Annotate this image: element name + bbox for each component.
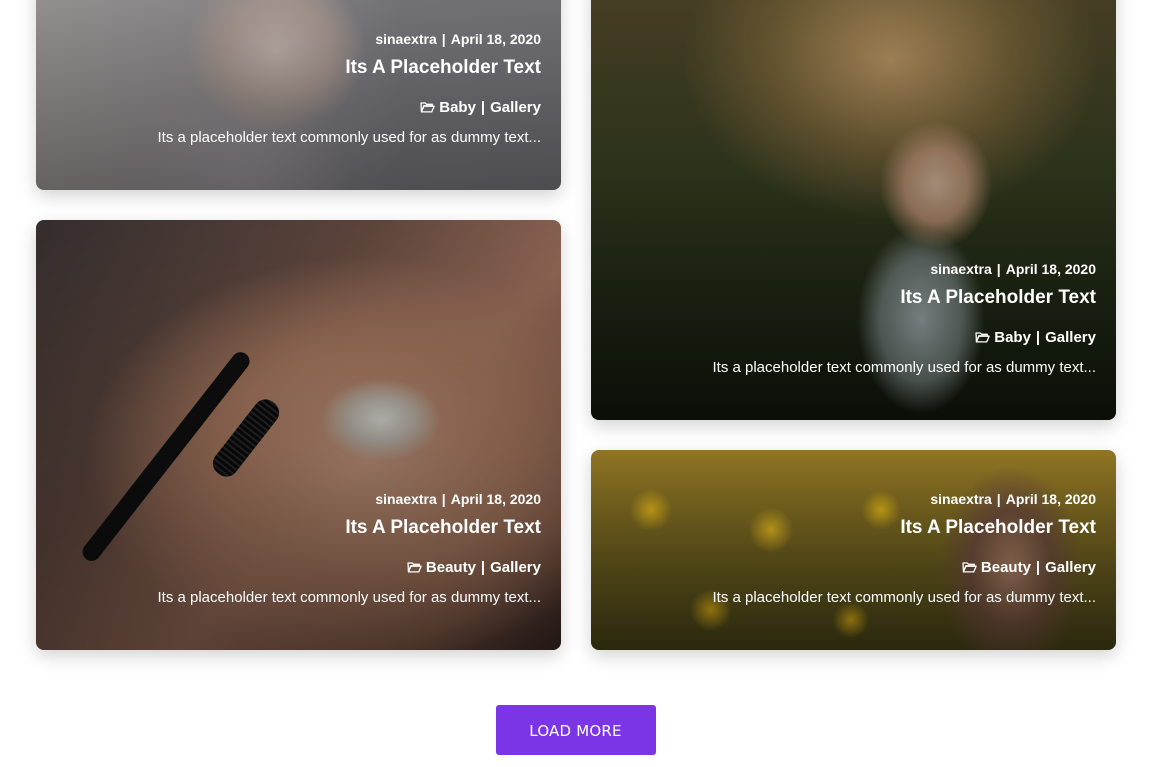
post-categories: Baby | Gallery	[611, 328, 1096, 348]
category-link[interactable]: Baby	[994, 329, 1031, 346]
meta-separator: |	[996, 491, 1001, 507]
post-title[interactable]: Its A Placeholder Text	[611, 516, 1096, 540]
post-date[interactable]: April 18, 2020	[1006, 491, 1096, 507]
post-card[interactable]: sinaextra | April 18, 2020 Its A Placehold…	[591, 450, 1116, 650]
post-overlay: sinaextra | April 18, 2020 Its A Placehold…	[56, 30, 542, 148]
folder-open-icon	[975, 332, 991, 343]
post-grid: sinaextra | April 18, 2020 Its A Placehold…	[0, 0, 1151, 767]
post-card[interactable]: sinaextra | April 18, 2020 Its A Placehold…	[36, 220, 561, 650]
category-separator: |	[1035, 329, 1041, 346]
load-more-button[interactable]: LOAD MORE	[495, 705, 656, 755]
load-more-container: LOAD MORE	[0, 705, 1151, 755]
post-meta: sinaextra | April 18, 2020	[611, 260, 1096, 278]
post-categories: Beauty | Gallery	[611, 558, 1096, 578]
post-meta: sinaextra | April 18, 2020	[611, 490, 1096, 508]
post-date[interactable]: April 18, 2020	[451, 31, 541, 47]
post-meta: sinaextra | April 18, 2020	[56, 30, 541, 48]
category-separator: |	[480, 99, 486, 116]
post-excerpt: Its a placeholder text commonly used for…	[157, 589, 542, 606]
post-categories: Beauty | Gallery	[56, 558, 541, 578]
post-author[interactable]: sinaextra	[375, 491, 436, 507]
category-link[interactable]: Beauty	[426, 559, 476, 576]
meta-separator: |	[441, 491, 446, 507]
post-excerpt: Its a placeholder text commonly used for…	[712, 589, 1097, 606]
post-date[interactable]: April 18, 2020	[1006, 261, 1096, 277]
tag-link[interactable]: Gallery	[490, 559, 541, 576]
folder-open-icon	[962, 562, 977, 573]
post-title[interactable]: Its A Placeholder Text	[56, 56, 541, 80]
post-meta: sinaextra | April 18, 2020	[56, 490, 541, 508]
post-overlay: sinaextra | April 18, 2020 Its A Placehold…	[611, 260, 1097, 378]
category-separator: |	[1035, 559, 1041, 576]
tag-link[interactable]: Gallery	[1045, 329, 1096, 346]
post-author[interactable]: sinaextra	[375, 31, 436, 47]
meta-separator: |	[996, 261, 1001, 277]
post-excerpt: Its a placeholder text commonly used for…	[712, 359, 1097, 376]
post-overlay: sinaextra | April 18, 2020 Its A Placehold…	[611, 490, 1097, 608]
folder-open-icon	[407, 562, 422, 573]
tag-link[interactable]: Gallery	[490, 99, 541, 116]
post-title[interactable]: Its A Placeholder Text	[611, 286, 1096, 310]
folder-open-icon	[420, 102, 436, 113]
category-separator: |	[480, 559, 486, 576]
post-card[interactable]: sinaextra | April 18, 2020 Its A Placehold…	[36, 0, 561, 190]
post-author[interactable]: sinaextra	[930, 491, 991, 507]
post-date[interactable]: April 18, 2020	[451, 491, 541, 507]
post-author[interactable]: sinaextra	[930, 261, 991, 277]
meta-separator: |	[441, 31, 446, 47]
category-link[interactable]: Beauty	[981, 559, 1031, 576]
tag-link[interactable]: Gallery	[1045, 559, 1096, 576]
post-card[interactable]: sinaextra | April 18, 2020 Its A Placehold…	[591, 0, 1116, 420]
post-overlay: sinaextra | April 18, 2020 Its A Placehold…	[56, 490, 542, 608]
post-excerpt: Its a placeholder text commonly used for…	[157, 129, 542, 146]
post-categories: Baby | Gallery	[56, 98, 541, 118]
category-link[interactable]: Baby	[439, 99, 476, 116]
post-title[interactable]: Its A Placeholder Text	[56, 516, 541, 540]
